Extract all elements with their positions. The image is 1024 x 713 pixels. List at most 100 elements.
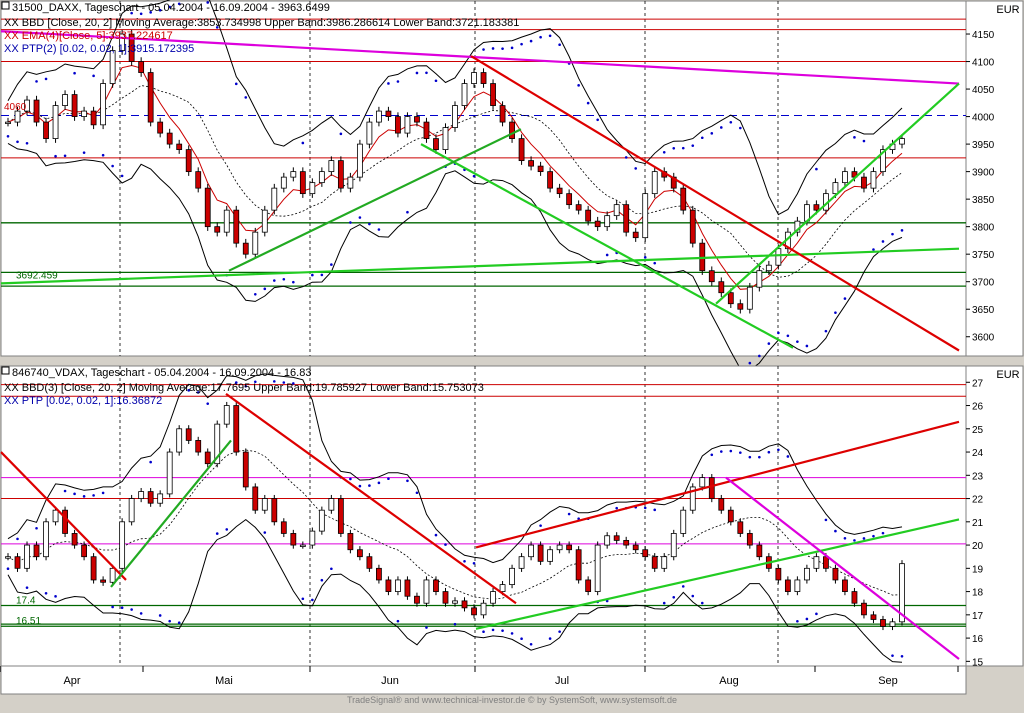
candle-body <box>81 110 87 117</box>
sar-dot <box>168 619 171 623</box>
sar-dot <box>272 279 276 282</box>
y-tick-label: 4100 <box>972 58 995 69</box>
candle-body <box>518 556 525 569</box>
candle-body <box>62 94 68 106</box>
candle-body <box>376 110 382 123</box>
sar-dot <box>520 42 523 46</box>
currency-label: EUR <box>996 369 1019 381</box>
sar-dot <box>482 48 485 51</box>
sar-dot <box>834 311 837 314</box>
sar-dot <box>6 134 10 138</box>
candle-body <box>328 498 335 511</box>
candle-body <box>861 602 867 616</box>
candle-body <box>823 556 829 569</box>
candle-body <box>756 544 763 558</box>
legend-entry: XX BBD [Close, 20, 2] Moving Average:385… <box>4 17 519 29</box>
sar-dot <box>558 43 561 47</box>
sar-dot <box>691 594 695 598</box>
candle-body <box>109 50 116 84</box>
candle-body <box>718 498 725 511</box>
candle-body <box>100 579 107 583</box>
sar-dot <box>368 484 371 487</box>
sar-dot <box>73 71 76 75</box>
footer-credit: TradeSignal® and www.technical-investor.… <box>347 695 677 705</box>
sar-dot <box>615 506 618 510</box>
candle-body <box>14 556 21 569</box>
sar-dot <box>605 253 609 257</box>
sar-dot <box>472 562 476 565</box>
candle-body <box>452 105 458 128</box>
sar-dot <box>425 71 428 75</box>
sar-dot <box>415 71 419 75</box>
y-tick-label: 17 <box>972 611 984 622</box>
sar-dot <box>548 637 552 640</box>
sar-dot <box>63 489 67 493</box>
candle-body <box>670 533 677 558</box>
candle-body <box>157 121 164 134</box>
sar-dot <box>225 528 229 531</box>
candle-body <box>138 61 145 73</box>
sar-dot <box>796 340 799 343</box>
candle-body <box>499 584 506 592</box>
candle-body <box>347 533 354 551</box>
candle-body <box>737 521 744 534</box>
sar-dot <box>120 174 124 178</box>
candle-body <box>727 509 734 523</box>
sar-dot <box>82 495 86 498</box>
candle-body <box>746 533 753 546</box>
sar-dot <box>177 621 181 625</box>
y-tick-label: 3700 <box>972 278 995 289</box>
sar-dot <box>44 77 48 81</box>
sar-dot <box>6 567 10 570</box>
candle-body <box>442 591 449 604</box>
annotation-label: 3692.459 <box>16 271 58 282</box>
sar-dot <box>82 151 86 154</box>
y-tick-label: 23 <box>972 471 984 482</box>
sar-dot <box>292 280 295 284</box>
candle-body <box>423 579 430 604</box>
candle-body <box>870 171 877 189</box>
candle-body <box>261 209 268 233</box>
candle-body <box>195 171 202 189</box>
annotation-label: 16.51 <box>16 616 41 627</box>
sar-dot <box>653 261 657 265</box>
candle-body <box>366 556 373 569</box>
sar-dot <box>815 612 818 616</box>
sar-dot <box>311 598 314 602</box>
currency-label: EUR <box>996 4 1019 16</box>
candle-body <box>337 498 344 534</box>
sar-dot <box>339 132 343 136</box>
candle-body <box>223 209 230 233</box>
candle-body <box>204 451 211 465</box>
sar-dot <box>111 164 114 168</box>
candle-body <box>442 127 449 151</box>
candle-body <box>490 591 496 604</box>
instrument-label: 31500_DAXX, Tageschart - 05.04.2004 - 16… <box>12 2 330 14</box>
y-tick-label: 4000 <box>972 113 995 124</box>
sar-dot <box>54 595 57 598</box>
sar-dot <box>16 140 19 144</box>
sar-dot <box>16 537 19 541</box>
sar-dot <box>758 354 761 358</box>
sar-dot <box>130 608 133 611</box>
sar-dot <box>700 601 704 605</box>
sar-dot <box>444 543 447 546</box>
sar-dot <box>320 578 324 582</box>
sar-dot <box>263 531 267 534</box>
sar-dot <box>586 101 590 105</box>
sar-dot <box>434 79 438 83</box>
candle-body <box>271 498 278 523</box>
candle-body <box>318 509 325 532</box>
sar-dot <box>881 531 885 535</box>
candle-body <box>899 138 905 145</box>
sar-dot <box>710 453 714 457</box>
y-tick-label: 20 <box>972 541 984 552</box>
candle-body <box>5 556 11 559</box>
sar-dot <box>719 126 723 129</box>
candle-body <box>556 544 563 551</box>
candle-body <box>632 544 639 551</box>
candle-body <box>509 567 515 586</box>
x-tick-label: Jun <box>381 675 399 687</box>
annotation-label: 17.4 <box>16 596 36 607</box>
y-tick-label: 15 <box>972 657 984 668</box>
